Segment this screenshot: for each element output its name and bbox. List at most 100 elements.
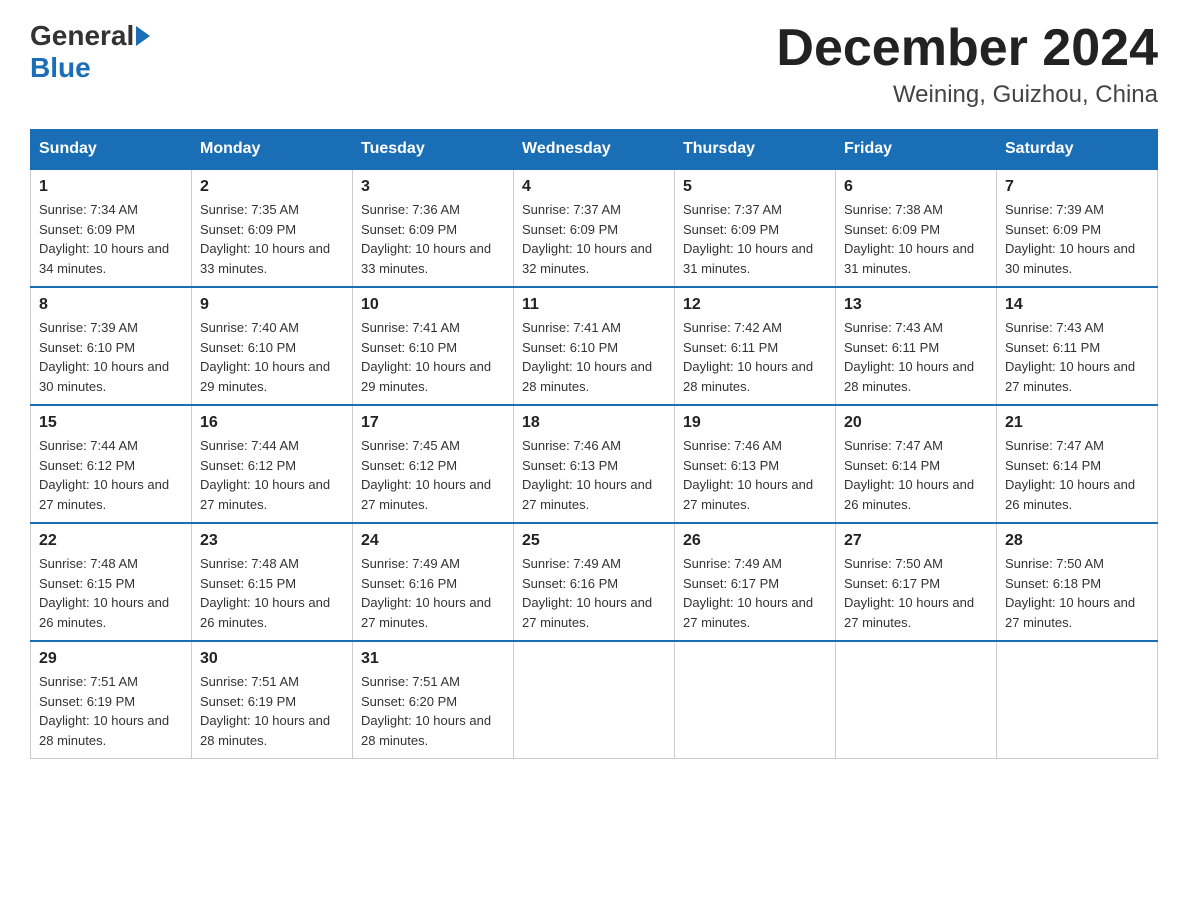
day-number: 2 xyxy=(200,178,344,196)
column-header-monday: Monday xyxy=(192,130,353,170)
calendar-day-cell: 10 Sunrise: 7:41 AMSunset: 6:10 PMDaylig… xyxy=(353,287,514,405)
day-info: Sunrise: 7:37 AMSunset: 6:09 PMDaylight:… xyxy=(683,200,827,278)
calendar-day-cell: 25 Sunrise: 7:49 AMSunset: 6:16 PMDaylig… xyxy=(514,523,675,641)
calendar-day-cell: 22 Sunrise: 7:48 AMSunset: 6:15 PMDaylig… xyxy=(31,523,192,641)
day-number: 14 xyxy=(1005,296,1149,314)
day-number: 1 xyxy=(39,178,183,196)
day-info: Sunrise: 7:46 AMSunset: 6:13 PMDaylight:… xyxy=(683,436,827,514)
day-number: 30 xyxy=(200,650,344,668)
day-info: Sunrise: 7:42 AMSunset: 6:11 PMDaylight:… xyxy=(683,318,827,396)
day-number: 27 xyxy=(844,532,988,550)
calendar-day-cell: 2 Sunrise: 7:35 AMSunset: 6:09 PMDayligh… xyxy=(192,169,353,287)
day-number: 3 xyxy=(361,178,505,196)
day-number: 11 xyxy=(522,296,666,314)
day-info: Sunrise: 7:34 AMSunset: 6:09 PMDaylight:… xyxy=(39,200,183,278)
calendar-day-cell: 16 Sunrise: 7:44 AMSunset: 6:12 PMDaylig… xyxy=(192,405,353,523)
day-info: Sunrise: 7:49 AMSunset: 6:16 PMDaylight:… xyxy=(522,554,666,632)
calendar-day-cell: 15 Sunrise: 7:44 AMSunset: 6:12 PMDaylig… xyxy=(31,405,192,523)
day-number: 17 xyxy=(361,414,505,432)
day-number: 28 xyxy=(1005,532,1149,550)
day-number: 25 xyxy=(522,532,666,550)
calendar-day-cell: 31 Sunrise: 7:51 AMSunset: 6:20 PMDaylig… xyxy=(353,641,514,759)
day-info: Sunrise: 7:45 AMSunset: 6:12 PMDaylight:… xyxy=(361,436,505,514)
day-info: Sunrise: 7:51 AMSunset: 6:19 PMDaylight:… xyxy=(39,672,183,750)
day-info: Sunrise: 7:50 AMSunset: 6:17 PMDaylight:… xyxy=(844,554,988,632)
day-info: Sunrise: 7:38 AMSunset: 6:09 PMDaylight:… xyxy=(844,200,988,278)
day-number: 8 xyxy=(39,296,183,314)
day-info: Sunrise: 7:40 AMSunset: 6:10 PMDaylight:… xyxy=(200,318,344,396)
calendar-day-cell: 29 Sunrise: 7:51 AMSunset: 6:19 PMDaylig… xyxy=(31,641,192,759)
calendar-week-row: 8 Sunrise: 7:39 AMSunset: 6:10 PMDayligh… xyxy=(31,287,1158,405)
day-number: 31 xyxy=(361,650,505,668)
day-info: Sunrise: 7:51 AMSunset: 6:19 PMDaylight:… xyxy=(200,672,344,750)
calendar-day-cell: 24 Sunrise: 7:49 AMSunset: 6:16 PMDaylig… xyxy=(353,523,514,641)
page-header: General Blue December 2024 Weining, Guiz… xyxy=(30,20,1158,109)
day-number: 23 xyxy=(200,532,344,550)
calendar-week-row: 15 Sunrise: 7:44 AMSunset: 6:12 PMDaylig… xyxy=(31,405,1158,523)
calendar-day-cell: 26 Sunrise: 7:49 AMSunset: 6:17 PMDaylig… xyxy=(675,523,836,641)
day-info: Sunrise: 7:39 AMSunset: 6:09 PMDaylight:… xyxy=(1005,200,1149,278)
day-info: Sunrise: 7:44 AMSunset: 6:12 PMDaylight:… xyxy=(39,436,183,514)
day-info: Sunrise: 7:51 AMSunset: 6:20 PMDaylight:… xyxy=(361,672,505,750)
day-number: 4 xyxy=(522,178,666,196)
calendar-day-cell: 30 Sunrise: 7:51 AMSunset: 6:19 PMDaylig… xyxy=(192,641,353,759)
calendar-day-cell: 1 Sunrise: 7:34 AMSunset: 6:09 PMDayligh… xyxy=(31,169,192,287)
column-header-tuesday: Tuesday xyxy=(353,130,514,170)
day-info: Sunrise: 7:41 AMSunset: 6:10 PMDaylight:… xyxy=(361,318,505,396)
day-number: 19 xyxy=(683,414,827,432)
calendar-day-cell xyxy=(836,641,997,759)
calendar-header-row: SundayMondayTuesdayWednesdayThursdayFrid… xyxy=(31,130,1158,170)
title-section: December 2024 Weining, Guizhou, China xyxy=(776,20,1158,109)
day-info: Sunrise: 7:44 AMSunset: 6:12 PMDaylight:… xyxy=(200,436,344,514)
day-number: 22 xyxy=(39,532,183,550)
column-header-saturday: Saturday xyxy=(997,130,1158,170)
day-number: 7 xyxy=(1005,178,1149,196)
day-number: 12 xyxy=(683,296,827,314)
day-info: Sunrise: 7:49 AMSunset: 6:17 PMDaylight:… xyxy=(683,554,827,632)
day-info: Sunrise: 7:35 AMSunset: 6:09 PMDaylight:… xyxy=(200,200,344,278)
day-info: Sunrise: 7:47 AMSunset: 6:14 PMDaylight:… xyxy=(1005,436,1149,514)
column-header-friday: Friday xyxy=(836,130,997,170)
day-number: 20 xyxy=(844,414,988,432)
day-info: Sunrise: 7:41 AMSunset: 6:10 PMDaylight:… xyxy=(522,318,666,396)
day-info: Sunrise: 7:47 AMSunset: 6:14 PMDaylight:… xyxy=(844,436,988,514)
day-number: 21 xyxy=(1005,414,1149,432)
day-info: Sunrise: 7:49 AMSunset: 6:16 PMDaylight:… xyxy=(361,554,505,632)
day-number: 15 xyxy=(39,414,183,432)
day-number: 26 xyxy=(683,532,827,550)
calendar-day-cell: 6 Sunrise: 7:38 AMSunset: 6:09 PMDayligh… xyxy=(836,169,997,287)
day-number: 18 xyxy=(522,414,666,432)
day-number: 24 xyxy=(361,532,505,550)
location-title: Weining, Guizhou, China xyxy=(776,81,1158,109)
calendar-week-row: 1 Sunrise: 7:34 AMSunset: 6:09 PMDayligh… xyxy=(31,169,1158,287)
day-info: Sunrise: 7:43 AMSunset: 6:11 PMDaylight:… xyxy=(844,318,988,396)
calendar-day-cell: 28 Sunrise: 7:50 AMSunset: 6:18 PMDaylig… xyxy=(997,523,1158,641)
calendar-day-cell: 4 Sunrise: 7:37 AMSunset: 6:09 PMDayligh… xyxy=(514,169,675,287)
calendar-day-cell xyxy=(514,641,675,759)
logo-blue-text: Blue xyxy=(30,52,91,84)
calendar-table: SundayMondayTuesdayWednesdayThursdayFrid… xyxy=(30,129,1158,759)
calendar-day-cell: 21 Sunrise: 7:47 AMSunset: 6:14 PMDaylig… xyxy=(997,405,1158,523)
calendar-day-cell: 12 Sunrise: 7:42 AMSunset: 6:11 PMDaylig… xyxy=(675,287,836,405)
day-info: Sunrise: 7:43 AMSunset: 6:11 PMDaylight:… xyxy=(1005,318,1149,396)
column-header-wednesday: Wednesday xyxy=(514,130,675,170)
calendar-day-cell: 18 Sunrise: 7:46 AMSunset: 6:13 PMDaylig… xyxy=(514,405,675,523)
day-info: Sunrise: 7:48 AMSunset: 6:15 PMDaylight:… xyxy=(200,554,344,632)
logo: General Blue xyxy=(30,20,152,84)
calendar-day-cell: 14 Sunrise: 7:43 AMSunset: 6:11 PMDaylig… xyxy=(997,287,1158,405)
day-number: 5 xyxy=(683,178,827,196)
logo-arrow-icon xyxy=(136,26,150,46)
day-number: 6 xyxy=(844,178,988,196)
calendar-day-cell xyxy=(997,641,1158,759)
day-number: 10 xyxy=(361,296,505,314)
calendar-day-cell: 3 Sunrise: 7:36 AMSunset: 6:09 PMDayligh… xyxy=(353,169,514,287)
calendar-day-cell: 9 Sunrise: 7:40 AMSunset: 6:10 PMDayligh… xyxy=(192,287,353,405)
calendar-day-cell: 27 Sunrise: 7:50 AMSunset: 6:17 PMDaylig… xyxy=(836,523,997,641)
calendar-week-row: 29 Sunrise: 7:51 AMSunset: 6:19 PMDaylig… xyxy=(31,641,1158,759)
day-number: 16 xyxy=(200,414,344,432)
day-info: Sunrise: 7:37 AMSunset: 6:09 PMDaylight:… xyxy=(522,200,666,278)
calendar-day-cell: 20 Sunrise: 7:47 AMSunset: 6:14 PMDaylig… xyxy=(836,405,997,523)
day-number: 9 xyxy=(200,296,344,314)
calendar-day-cell: 11 Sunrise: 7:41 AMSunset: 6:10 PMDaylig… xyxy=(514,287,675,405)
column-header-thursday: Thursday xyxy=(675,130,836,170)
